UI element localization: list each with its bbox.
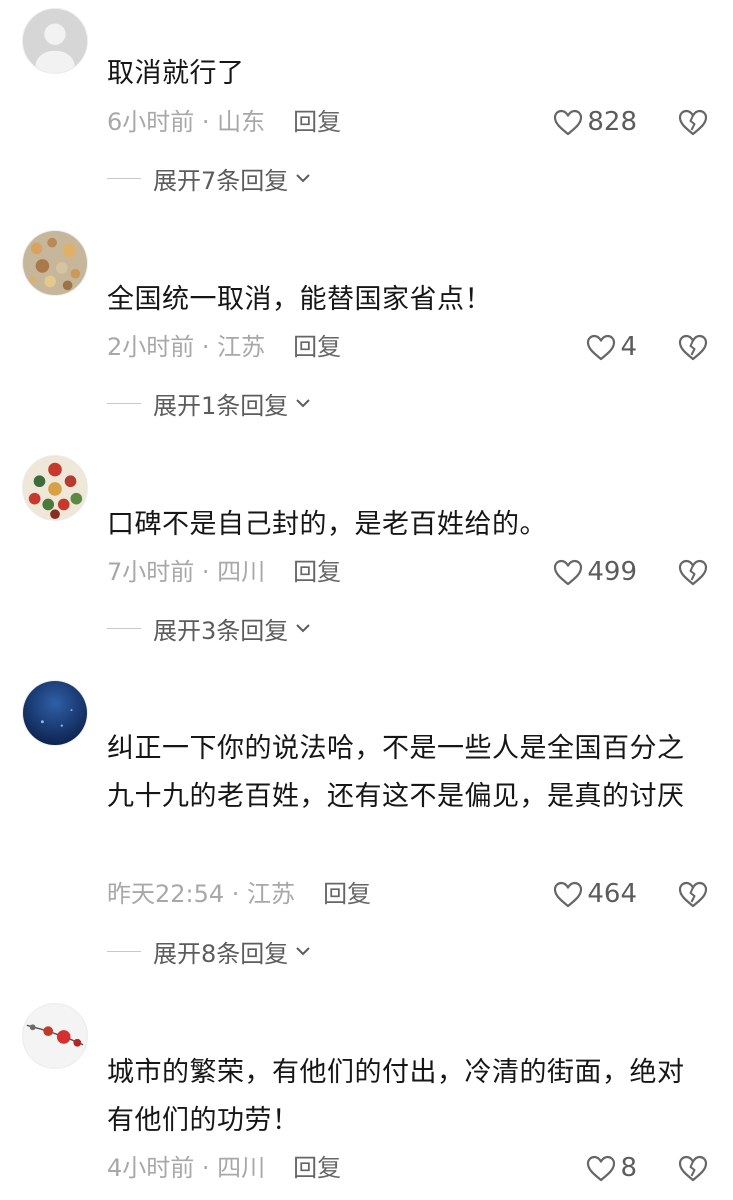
heart-outline-icon bbox=[554, 559, 583, 586]
avatar[interactable] bbox=[22, 680, 88, 746]
comment-time-location: 2小时前 · 江苏 bbox=[107, 333, 266, 361]
expand-replies-button[interactable]: 展开8条回复 bbox=[107, 931, 312, 971]
comment-time-location: 昨天22:54 · 江苏 bbox=[107, 880, 296, 908]
like-count: 499 bbox=[587, 557, 637, 587]
dislike-button[interactable] bbox=[677, 552, 709, 592]
dislike-button[interactable] bbox=[677, 102, 709, 142]
broken-heart-icon bbox=[678, 1155, 708, 1182]
comment-text: 全国统一取消，能替国家省点！ bbox=[107, 284, 492, 315]
comment-text: 取消就行了 bbox=[107, 58, 245, 89]
like-count: 4 bbox=[620, 332, 637, 362]
divider-line bbox=[107, 402, 141, 404]
reply-button[interactable]: 回复 bbox=[293, 558, 341, 586]
chevron-down-icon bbox=[296, 624, 310, 633]
heart-outline-icon bbox=[587, 1155, 616, 1182]
comment-meta: 昨天22:54 · 江苏 回复 bbox=[107, 874, 371, 914]
like-button[interactable]: 464 bbox=[553, 874, 637, 914]
chevron-down-icon bbox=[296, 174, 310, 183]
chevron-down-icon bbox=[296, 399, 310, 408]
expand-replies-button[interactable]: 展开1条回复 bbox=[107, 383, 312, 423]
heart-outline-icon bbox=[587, 334, 616, 361]
like-button[interactable]: 499 bbox=[553, 552, 637, 592]
expand-replies-button[interactable]: 展开3条回复 bbox=[107, 608, 312, 648]
comment-text: 城市的繁荣，有他们的付出，冷清的街面，绝对有他们的功劳！ bbox=[107, 1057, 685, 1136]
avatar[interactable] bbox=[22, 455, 88, 521]
comment-time-location: 6小时前 · 山东 bbox=[107, 108, 266, 136]
expand-replies-button[interactable]: 展开7条回复 bbox=[107, 158, 312, 198]
broken-heart-icon bbox=[678, 559, 708, 586]
like-button[interactable]: 8 bbox=[586, 1148, 637, 1188]
heart-outline-icon bbox=[554, 109, 583, 136]
food-photo-avatar-icon bbox=[23, 231, 87, 295]
avatar[interactable] bbox=[22, 8, 88, 74]
like-button[interactable]: 828 bbox=[553, 102, 637, 142]
expand-replies-label: 展开3条回复 bbox=[153, 616, 289, 645]
reply-button[interactable]: 回复 bbox=[293, 333, 341, 361]
comment-text: 纠正一下你的说法哈，不是一些人是全国百分之九十九的老百姓，还有这不是偏见，是真的… bbox=[107, 733, 685, 812]
comment-time-location: 4小时前 · 四川 bbox=[107, 1154, 266, 1182]
dislike-button[interactable] bbox=[677, 874, 709, 914]
comment-meta: 2小时前 · 江苏 回复 bbox=[107, 327, 341, 367]
comment-time-location: 7小时前 · 四川 bbox=[107, 558, 266, 586]
expand-replies-label: 展开8条回复 bbox=[153, 939, 289, 968]
comment-meta: 7小时前 · 四川 回复 bbox=[107, 552, 341, 592]
dislike-button[interactable] bbox=[677, 1148, 709, 1188]
avatar[interactable] bbox=[22, 230, 88, 296]
heart-outline-icon bbox=[554, 881, 583, 908]
red-flowers-avatar-icon bbox=[23, 1004, 87, 1068]
like-button[interactable]: 4 bbox=[586, 327, 637, 367]
comment-meta: 4小时前 · 四川 回复 bbox=[107, 1148, 341, 1188]
reply-button[interactable]: 回复 bbox=[293, 108, 341, 136]
divider-line bbox=[107, 950, 141, 952]
comment-meta: 6小时前 · 山东 回复 bbox=[107, 102, 341, 142]
divider-line bbox=[107, 627, 141, 629]
divider-line bbox=[107, 177, 141, 179]
broken-heart-icon bbox=[678, 334, 708, 361]
expand-replies-label: 展开1条回复 bbox=[153, 391, 289, 420]
like-count: 8 bbox=[620, 1153, 637, 1183]
reply-button[interactable]: 回复 bbox=[293, 1154, 341, 1182]
comment-text: 口碑不是自己封的，是老百姓给的。 bbox=[107, 509, 547, 540]
like-count: 828 bbox=[587, 107, 637, 137]
avatar[interactable] bbox=[22, 1003, 88, 1069]
expand-replies-label: 展开7条回复 bbox=[153, 166, 289, 195]
dislike-button[interactable] bbox=[677, 327, 709, 367]
group-painting-avatar-icon bbox=[23, 456, 87, 520]
broken-heart-icon bbox=[678, 881, 708, 908]
default-avatar-icon bbox=[23, 9, 87, 73]
chevron-down-icon bbox=[296, 947, 310, 956]
deep-blue-ocean-avatar-icon bbox=[23, 681, 87, 745]
like-count: 464 bbox=[587, 879, 637, 909]
reply-button[interactable]: 回复 bbox=[323, 880, 371, 908]
broken-heart-icon bbox=[678, 109, 708, 136]
